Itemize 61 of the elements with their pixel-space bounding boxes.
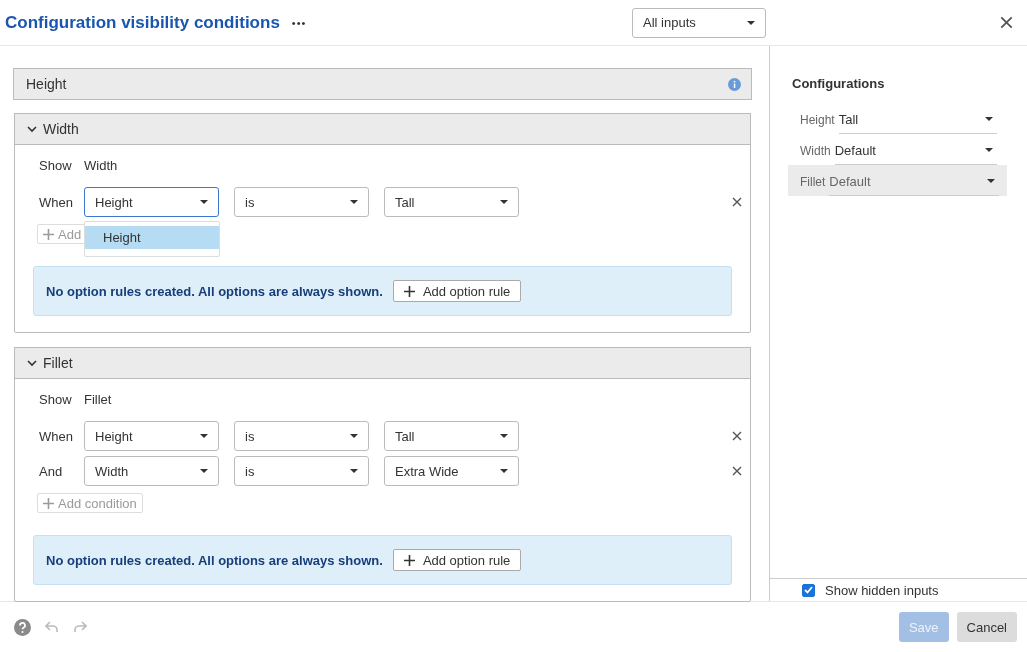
caret-icon	[350, 469, 358, 473]
section-title: Fillet	[43, 355, 73, 371]
plus-icon	[403, 554, 415, 566]
caret-icon	[985, 148, 993, 152]
section-title: Height	[26, 76, 67, 92]
configuration-row[interactable]: Height Tall	[792, 103, 1005, 134]
section-header[interactable]: Width	[14, 113, 751, 145]
caret-icon	[500, 469, 508, 473]
caret-icon	[747, 20, 755, 25]
add-option-rule-button[interactable]: Add option rule	[392, 549, 522, 571]
show-label: Show	[39, 392, 73, 409]
menu-item[interactable]: Height	[85, 226, 219, 249]
panel-title: Configurations	[792, 76, 886, 91]
help-icon[interactable]	[14, 618, 31, 636]
caret-icon	[500, 434, 508, 438]
checkbox-label: Show hidden inputs	[825, 582, 939, 598]
plus-icon	[43, 497, 54, 509]
plus-icon	[403, 285, 415, 297]
condition-connector: When	[39, 194, 74, 210]
notice-text: No option rules created. All options are always shown.	[46, 283, 383, 299]
more-button[interactable]: •••	[291, 16, 307, 29]
add-option-rule-button[interactable]: Add option rule	[392, 280, 522, 302]
field-dropdown[interactable]: Width	[84, 456, 219, 486]
notice-text: No option rules created. All options are always shown.	[46, 552, 383, 568]
operator-dropdown[interactable]: is	[234, 187, 369, 217]
caret-icon	[200, 200, 208, 204]
chevron-icon	[27, 359, 37, 367]
condition-connector: When	[39, 428, 74, 444]
section-header[interactable]: Fillet	[14, 347, 751, 379]
value-dropdown[interactable]: Tall	[384, 421, 519, 451]
window-title: Configuration visibility conditions	[5, 12, 280, 33]
condition-connector: And	[39, 463, 64, 479]
caret-icon	[985, 117, 993, 121]
close-icon[interactable]	[1000, 16, 1013, 29]
show-value: Width	[84, 158, 118, 175]
configuration-row[interactable]: Fillet Default	[788, 165, 1007, 196]
filter-dropdown[interactable]: All inputs	[632, 7, 766, 38]
caret-icon	[350, 434, 358, 438]
remove-icon[interactable]	[732, 197, 742, 207]
checkbox[interactable]	[802, 583, 815, 597]
field-dropdown[interactable]: Height	[84, 187, 219, 217]
plus-icon	[43, 228, 54, 240]
remove-icon[interactable]	[732, 431, 742, 441]
section-header[interactable]: Height	[13, 68, 752, 100]
caret-icon	[350, 200, 358, 204]
operator-dropdown[interactable]: is	[234, 421, 369, 451]
field-dropdown[interactable]: Height	[84, 421, 219, 451]
operator-dropdown[interactable]: is	[234, 456, 369, 486]
info-icon[interactable]	[728, 77, 741, 91]
caret-icon	[200, 434, 208, 438]
cancel-button[interactable]: Cancel	[956, 612, 1017, 642]
value-dropdown[interactable]: Extra Wide	[384, 456, 519, 486]
caret-icon	[987, 179, 995, 183]
remove-icon[interactable]	[732, 466, 742, 476]
show-label: Show	[39, 158, 73, 175]
section-title: Width	[43, 121, 79, 137]
show-value: Fillet	[84, 392, 112, 409]
caret-icon	[200, 469, 208, 473]
value-dropdown[interactable]: Tall	[384, 187, 519, 217]
chevron-icon	[27, 125, 37, 133]
caret-icon	[500, 200, 508, 204]
